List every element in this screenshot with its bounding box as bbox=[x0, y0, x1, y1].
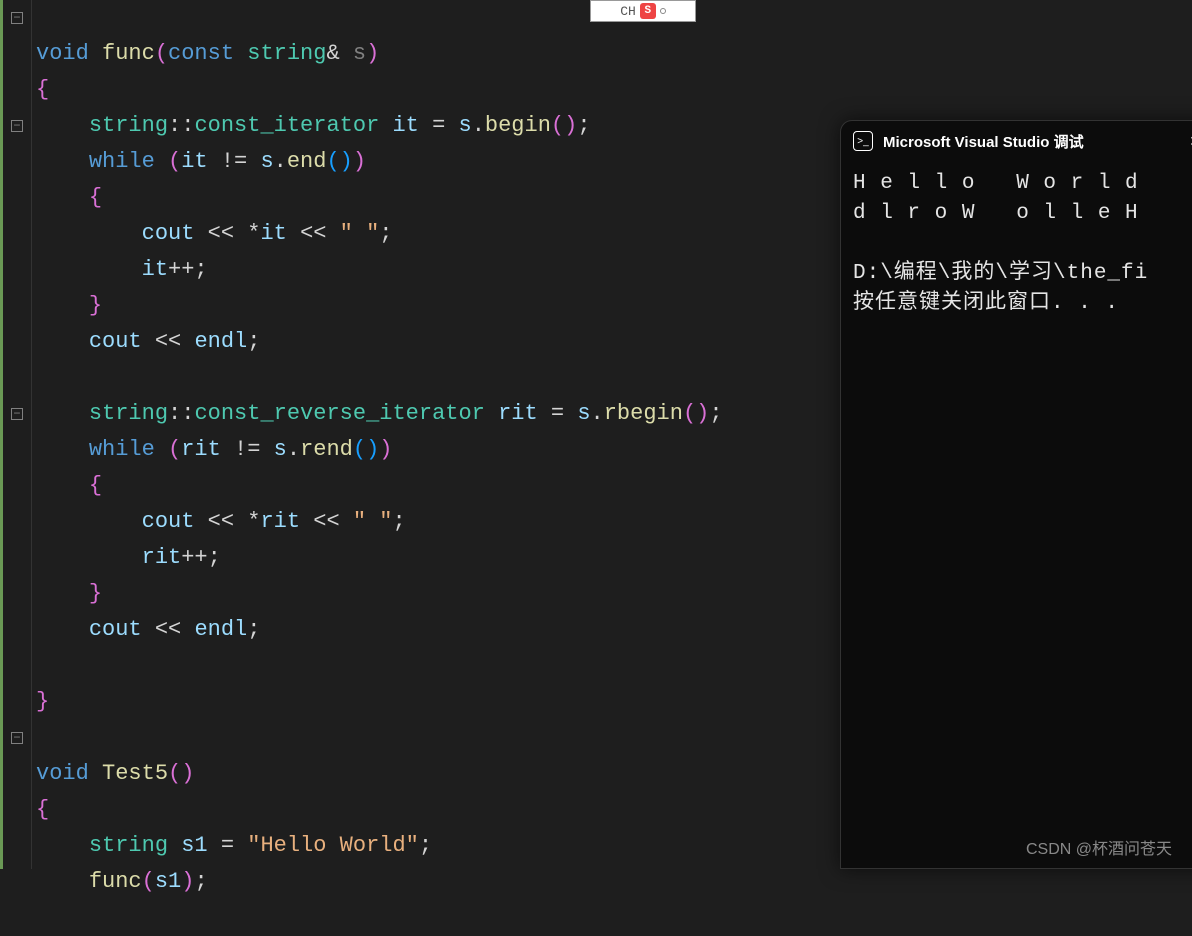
keyword-while: while bbox=[89, 149, 155, 174]
var-it: it bbox=[142, 257, 168, 282]
console-line: d l r o W o l l e H bbox=[853, 202, 1139, 225]
fold-gutter: − − − − bbox=[0, 0, 32, 869]
type-riter: const_reverse_iterator bbox=[194, 401, 484, 426]
op-amp: & bbox=[326, 41, 339, 66]
console-output[interactable]: H e l l o W o r l d d l r o W o l l e H … bbox=[841, 161, 1192, 327]
brace-open: { bbox=[89, 473, 102, 498]
brace-open: { bbox=[89, 185, 102, 210]
console-titlebar[interactable]: >_ Microsoft Visual Studio 调试 ✕ bbox=[841, 121, 1192, 161]
var-rit: rit bbox=[260, 509, 300, 534]
code-area[interactable]: void func(const string& s) { string::con… bbox=[32, 0, 723, 869]
close-icon[interactable]: ✕ bbox=[1183, 133, 1192, 150]
var-rit: rit bbox=[142, 545, 182, 570]
var-s: s bbox=[274, 437, 287, 462]
func-test5: Test5 bbox=[102, 761, 168, 786]
fold-toggle[interactable]: − bbox=[3, 720, 31, 756]
var-rit: rit bbox=[498, 401, 538, 426]
brace-close: } bbox=[89, 581, 102, 606]
type-string: string bbox=[89, 833, 168, 858]
ns-string: string bbox=[89, 113, 168, 138]
console-icon: >_ bbox=[853, 131, 873, 151]
var-endl: endl bbox=[194, 329, 247, 354]
func-end: end bbox=[287, 149, 327, 174]
keyword-void: void bbox=[36, 761, 89, 786]
keyword-const: const bbox=[168, 41, 234, 66]
fold-toggle[interactable]: − bbox=[3, 108, 31, 144]
var-cout: cout bbox=[142, 221, 195, 246]
var-s1: s1 bbox=[155, 869, 181, 894]
var-s: s bbox=[260, 149, 273, 174]
var-s: s bbox=[577, 401, 590, 426]
string-literal: " " bbox=[353, 509, 393, 534]
var-endl: endl bbox=[194, 617, 247, 642]
ime-lang: CH bbox=[620, 4, 636, 19]
console-line: 按任意键关闭此窗口. . . bbox=[853, 292, 1119, 315]
watermark: CSDN @杯酒问苍天 bbox=[1026, 835, 1172, 859]
console-line: H e l l o W o r l d bbox=[853, 172, 1139, 195]
func-rend: rend bbox=[300, 437, 353, 462]
var-s: s bbox=[459, 113, 472, 138]
var-it: it bbox=[181, 149, 207, 174]
fold-toggle[interactable]: − bbox=[3, 0, 31, 36]
type-iter: const_iterator bbox=[194, 113, 379, 138]
var-s1: s1 bbox=[181, 833, 207, 858]
brace-open: { bbox=[36, 797, 49, 822]
func-rbegin: rbegin bbox=[604, 401, 683, 426]
var-rit: rit bbox=[181, 437, 221, 462]
string-literal: "Hello World" bbox=[247, 833, 419, 858]
fold-toggle[interactable]: − bbox=[3, 396, 31, 432]
func-call: func bbox=[89, 869, 142, 894]
string-literal: " " bbox=[340, 221, 380, 246]
ime-icon: S bbox=[640, 3, 656, 19]
var-cout: cout bbox=[142, 509, 195, 534]
brace-close: } bbox=[36, 689, 49, 714]
console-title: Microsoft Visual Studio 调试 bbox=[883, 131, 1173, 152]
keyword-while: while bbox=[89, 437, 155, 462]
ime-badge[interactable]: CH S bbox=[590, 0, 696, 22]
console-line: D:\编程\我的\学习\the_fi bbox=[853, 262, 1148, 285]
brace-close: } bbox=[89, 293, 102, 318]
var-cout: cout bbox=[89, 329, 142, 354]
ime-dot bbox=[660, 8, 666, 14]
func-begin: begin bbox=[485, 113, 551, 138]
var-cout: cout bbox=[89, 617, 142, 642]
param-s: s bbox=[353, 41, 366, 66]
keyword-void: void bbox=[36, 41, 89, 66]
var-it: it bbox=[392, 113, 418, 138]
func-name: func bbox=[102, 41, 155, 66]
brace-open: { bbox=[36, 77, 49, 102]
ns-string: string bbox=[89, 401, 168, 426]
var-it: it bbox=[260, 221, 286, 246]
debug-console[interactable]: >_ Microsoft Visual Studio 调试 ✕ H e l l … bbox=[840, 120, 1192, 869]
type-string: string bbox=[247, 41, 326, 66]
